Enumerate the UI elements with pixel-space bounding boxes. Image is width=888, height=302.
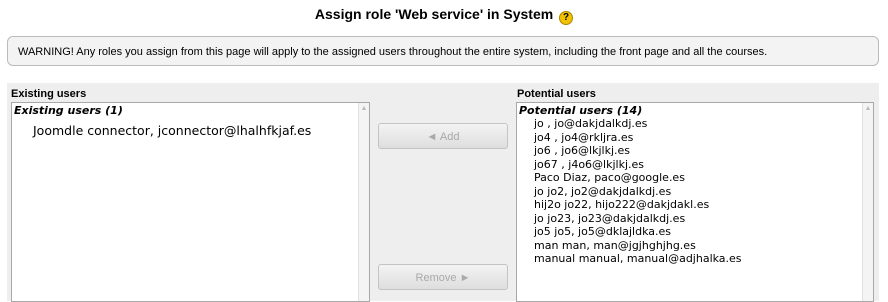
existing-users-header: Existing users <box>11 88 87 100</box>
help-icon[interactable]: ? <box>559 11 574 25</box>
potential-user-option[interactable]: jo4 , jo4@rkljra.es <box>534 131 742 145</box>
potential-user-option[interactable]: jo67 , j4o6@lkjlkj.es <box>534 158 742 172</box>
remove-button[interactable]: Remove ► <box>378 264 508 290</box>
existing-users-group-label: Existing users (1) <box>14 104 123 117</box>
warning-text: WARNING! Any roles you assign from this … <box>18 46 768 58</box>
potential-users-group-label: Potential users (14) <box>519 104 643 117</box>
potential-user-option[interactable]: manual manual, manual@adjhalka.es <box>534 252 742 266</box>
scroll-up-arrow-icon[interactable]: ▲ <box>359 105 369 113</box>
warning-box: WARNING! Any roles you assign from this … <box>7 36 879 66</box>
add-button[interactable]: ◄ Add <box>378 123 508 149</box>
potential-user-option[interactable]: jo jo2, jo2@dakjdalkdj.es <box>534 185 742 199</box>
page-title: Assign role 'Web service' in System ? <box>0 6 888 25</box>
existing-users-select[interactable]: Existing users (1) Joomdle connector, jc… <box>11 102 370 302</box>
existing-users-panel: Existing users Existing users (1) Joomdl… <box>7 83 374 302</box>
assign-buttons-panel: ◄ Add Remove ► <box>374 83 513 301</box>
existing-users-scrollbar[interactable]: ▲ <box>358 103 369 301</box>
potential-user-option[interactable]: jo , jo@dakjdalkdj.es <box>534 117 742 131</box>
potential-users-header: Potential users <box>517 88 596 100</box>
potential-users-panel: Potential users Potential users (14) jo … <box>513 83 879 302</box>
scroll-up-arrow-icon[interactable]: ▲ <box>863 105 873 113</box>
potential-users-options: jo , jo@dakjdalkdj.es jo4 , jo4@rkljra.e… <box>534 117 742 266</box>
existing-user-option[interactable]: Joomdle connector, jconnector@lhalhfkjaf… <box>33 123 311 138</box>
potential-user-option[interactable]: jo jo23, jo23@dakjdalkdj.es <box>534 212 742 226</box>
potential-user-option[interactable]: Paco Diaz, paco@google.es <box>534 171 742 185</box>
page-title-text: Assign role 'Web service' in System <box>314 6 554 22</box>
potential-user-option[interactable]: jo6 , jo6@lkjlkj.es <box>534 144 742 158</box>
potential-user-option[interactable]: jo5 jo5, jo5@dklajldka.es <box>534 225 742 239</box>
potential-user-option[interactable]: hij2o jo22, hijo222@dakjdakl.es <box>534 198 742 212</box>
potential-user-option[interactable]: man man, man@jgjhghjhg.es <box>534 239 742 253</box>
potential-users-scrollbar[interactable]: ▲ <box>862 103 873 301</box>
potential-users-select[interactable]: Potential users (14) jo , jo@dakjdalkdj.… <box>516 102 874 302</box>
